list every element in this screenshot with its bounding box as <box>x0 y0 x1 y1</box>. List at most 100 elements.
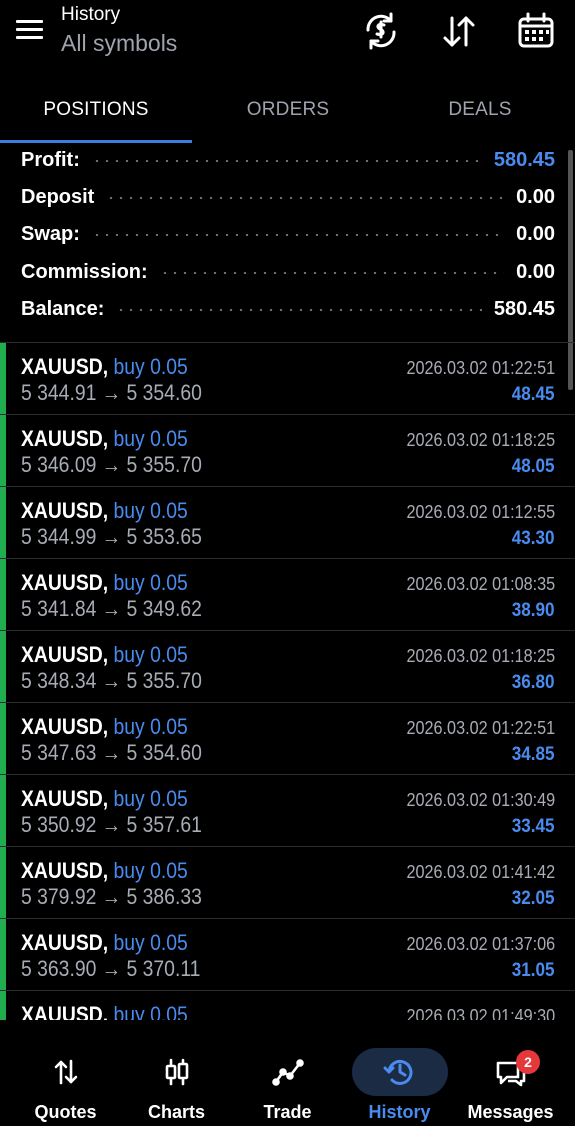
position-symbol: XAUUSD, buy 0.05 <box>21 858 188 884</box>
position-side: buy 0.05 <box>113 1002 188 1020</box>
calendar-icon[interactable] <box>515 10 557 52</box>
buy-indicator-bar <box>0 559 6 631</box>
arrow-icon: → <box>101 812 122 837</box>
buy-indicator-bar <box>0 775 6 847</box>
nav-messages[interactable]: 2 Messages <box>453 1026 568 1126</box>
position-row[interactable]: XAUUSD, buy 0.05 5 348.34 → 5 355.70 2026.… <box>0 630 575 703</box>
buy-indicator-bar <box>0 847 6 919</box>
position-prices: 5 341.84 → 5 349.62 <box>21 596 202 622</box>
sort-icon[interactable] <box>438 10 480 52</box>
tab-deals[interactable]: DEALS <box>384 88 575 144</box>
position-time: 2026.03.02 01:22:51 <box>406 358 555 378</box>
nav-trade[interactable]: Trade <box>230 1026 345 1126</box>
arrow-icon: → <box>101 740 122 765</box>
nav-quotes-label: Quotes <box>34 1102 97 1122</box>
top-bar: History All symbols <box>0 0 575 88</box>
position-side: buy 0.05 <box>113 426 188 451</box>
commission-value: 0.00 <box>516 261 555 283</box>
swap-label: Swap: <box>21 223 80 245</box>
position-symbol: XAUUSD, buy 0.05 <box>21 426 188 452</box>
position-time: 2026.03.02 01:18:25 <box>406 646 555 666</box>
close-price: 5 370.11 <box>126 956 201 981</box>
open-price: 5 350.92 <box>21 812 97 837</box>
tab-positions[interactable]: POSITIONS <box>0 88 192 144</box>
currency-exchange-icon[interactable] <box>360 10 402 52</box>
tab-orders[interactable]: ORDERS <box>192 88 384 144</box>
position-prices: 5 363.90 → 5 370.11 <box>21 956 200 982</box>
history-icon <box>351 1048 448 1096</box>
position-row[interactable]: XAUUSD, buy 0.05 2026.03.02 01:49:30 <box>0 990 575 1020</box>
position-profit: 48.45 <box>512 384 555 405</box>
quotes-icon <box>18 1048 114 1096</box>
close-price: 5 355.70 <box>126 452 202 477</box>
open-price: 5 347.63 <box>21 740 97 765</box>
position-row[interactable]: XAUUSD, buy 0.05 5 344.91 → 5 354.60 2026.… <box>0 342 575 415</box>
position-profit: 48.05 <box>512 456 555 477</box>
open-price: 5 379.92 <box>21 884 97 909</box>
summary-balance-row: Balance: 580.45 <box>21 291 555 328</box>
position-row[interactable]: XAUUSD, buy 0.05 5 341.84 → 5 349.62 2026.… <box>0 558 575 631</box>
position-row[interactable]: XAUUSD, buy 0.05 5 344.99 → 5 353.65 2026.… <box>0 486 575 559</box>
open-price: 5 344.91 <box>21 380 97 405</box>
position-prices: 5 346.09 → 5 355.70 <box>21 452 202 478</box>
nav-charts[interactable]: Charts <box>119 1026 234 1126</box>
summary-commission-row: Commission: 0.00 <box>21 254 555 291</box>
dot-leader <box>91 159 482 162</box>
position-prices: 5 347.63 → 5 354.60 <box>21 740 202 766</box>
position-prices: 5 350.92 → 5 357.61 <box>21 812 202 838</box>
deposit-value: 0.00 <box>516 186 555 208</box>
buy-indicator-bar <box>0 631 6 703</box>
summary-panel: Profit: 580.45 Deposit 0.00 Swap: 0.00 C… <box>0 142 575 342</box>
position-row[interactable]: XAUUSD, buy 0.05 5 350.92 → 5 357.61 2026.… <box>0 774 575 847</box>
nav-charts-label: Charts <box>147 1102 205 1122</box>
swap-value: 0.00 <box>516 223 555 245</box>
position-row[interactable]: XAUUSD, buy 0.05 5 347.63 → 5 354.60 2026.… <box>0 702 575 775</box>
symbol-text: XAUUSD, <box>21 570 109 595</box>
profit-label: Profit: <box>21 149 80 171</box>
symbol-text: XAUUSD, <box>21 642 109 667</box>
symbol-text: XAUUSD, <box>21 1002 109 1020</box>
buy-indicator-bar <box>0 919 6 991</box>
position-row[interactable]: XAUUSD, buy 0.05 5 346.09 → 5 355.70 2026.… <box>0 414 575 487</box>
position-profit: 36.80 <box>512 672 555 693</box>
position-prices: 5 379.92 → 5 386.33 <box>21 884 202 910</box>
symbol-text: XAUUSD, <box>21 786 109 811</box>
nav-quotes[interactable]: Quotes <box>8 1026 123 1126</box>
position-prices: 5 344.99 → 5 353.65 <box>21 524 202 550</box>
buy-indicator-bar <box>0 343 6 415</box>
dot-leader <box>159 271 505 274</box>
open-price: 5 363.90 <box>21 956 97 981</box>
arrow-icon: → <box>101 884 122 909</box>
position-profit: 38.90 <box>512 600 555 621</box>
position-side: buy 0.05 <box>113 498 188 523</box>
nav-history[interactable]: History <box>342 1026 457 1126</box>
positions-list[interactable]: XAUUSD, buy 0.05 5 344.91 → 5 354.60 2026.… <box>0 342 575 1020</box>
arrow-icon: → <box>101 380 122 405</box>
position-prices: 5 348.34 → 5 355.70 <box>21 668 202 694</box>
menu-icon[interactable] <box>14 16 46 44</box>
nav-messages-label: Messages <box>467 1102 554 1122</box>
position-time: 2026.03.02 01:12:55 <box>406 502 555 522</box>
screen-title: History <box>61 4 121 25</box>
balance-label: Balance: <box>21 298 105 320</box>
close-price: 5 354.60 <box>126 740 202 765</box>
dot-leader <box>91 233 505 236</box>
summary-profit-row: Profit: 580.45 <box>21 142 555 179</box>
symbol-text: XAUUSD, <box>21 858 109 883</box>
position-time: 2026.03.02 01:37:06 <box>406 934 555 954</box>
position-prices: 5 344.91 → 5 354.60 <box>21 380 202 406</box>
position-time: 2026.03.02 01:30:49 <box>406 790 555 810</box>
position-row[interactable]: XAUUSD, buy 0.05 5 379.92 → 5 386.33 2026.… <box>0 846 575 919</box>
position-side: buy 0.05 <box>113 642 188 667</box>
position-symbol: XAUUSD, buy 0.05 <box>21 570 188 596</box>
position-profit: 31.05 <box>512 960 555 981</box>
arrow-icon: → <box>101 524 122 549</box>
position-row[interactable]: XAUUSD, buy 0.05 5 363.90 → 5 370.11 2026.… <box>0 918 575 991</box>
open-price: 5 348.34 <box>21 668 97 693</box>
buy-indicator-bar <box>0 487 6 559</box>
position-profit: 34.85 <box>512 744 555 765</box>
position-symbol: XAUUSD, buy 0.05 <box>21 498 188 524</box>
symbol-filter[interactable]: All symbols <box>61 30 177 57</box>
position-side: buy 0.05 <box>113 858 188 883</box>
deposit-label: Deposit <box>21 186 95 208</box>
